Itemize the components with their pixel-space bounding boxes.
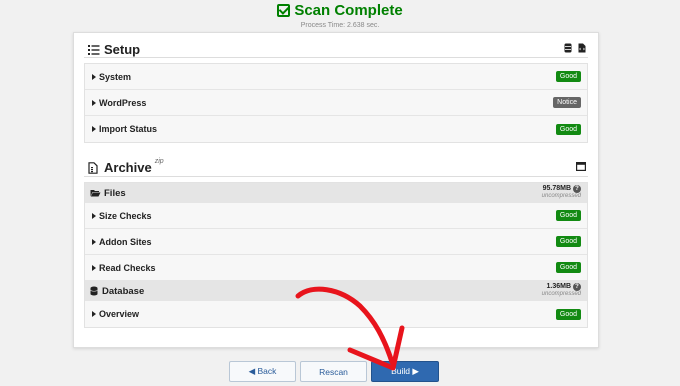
scan-header: Scan Complete Process Time: 2.638 sec. [0, 0, 680, 29]
row-label: WordPress [99, 97, 147, 108]
caret-right-icon [92, 311, 96, 317]
page-title: Scan Complete [294, 2, 403, 19]
setup-list: System Good WordPress Notice Import Stat… [84, 63, 588, 143]
archive-heading: Archive zip [88, 158, 587, 176]
row-label: Import Status [99, 124, 158, 134]
file-archive-icon [88, 161, 100, 174]
caret-right-icon [92, 212, 96, 219]
process-time: Process Time: 2.638 sec. [300, 22, 380, 29]
row-label: Read Checks [99, 262, 156, 273]
rescan-button[interactable]: Rescan [300, 361, 367, 382]
files-subheader: Files 95.78MB? uncompressed [85, 183, 587, 203]
database-size-note: uncompressed [541, 291, 581, 297]
files-label: Files [104, 187, 126, 199]
divider [84, 57, 588, 58]
files-row-size-checks[interactable]: Size Checks Good [85, 203, 587, 229]
window-icon[interactable] [576, 158, 587, 176]
divider [84, 176, 588, 177]
archive-list: Files 95.78MB? uncompressed Size Checks … [84, 182, 588, 328]
caret-right-icon [92, 238, 96, 245]
status-badge: Good [555, 262, 581, 273]
help-icon[interactable]: ? [573, 283, 581, 291]
database-icon [90, 286, 98, 296]
action-buttons: ◀ Back Rescan Build ▶ [229, 361, 439, 382]
setup-heading: Setup [88, 40, 586, 58]
caret-right-icon [92, 264, 96, 271]
status-badge: Good [555, 210, 581, 221]
scan-panel: Setup System Good WordPress Notice Impor… [73, 32, 599, 348]
build-button[interactable]: Build ▶ [371, 361, 439, 382]
checkbox-checked-icon [277, 4, 291, 17]
database-size-value: 1.36MB [546, 283, 571, 290]
status-badge: Good [555, 308, 581, 320]
database-size: 1.36MB? uncompressed [542, 283, 581, 297]
row-label: Overview [99, 309, 140, 319]
files-size-note: uncompressed [541, 193, 581, 199]
status-badge: Good [555, 236, 581, 247]
caret-right-icon [92, 73, 96, 80]
files-row-addon-sites[interactable]: Addon Sites Good [85, 229, 587, 255]
status-badge: Notice [553, 97, 581, 108]
archive-title: Archive [104, 159, 152, 175]
row-label: Size Checks [99, 210, 152, 221]
status-badge: Good [555, 123, 581, 135]
setup-row-system[interactable]: System Good [85, 64, 587, 90]
help-icon[interactable]: ? [573, 185, 581, 193]
files-row-read-checks[interactable]: Read Checks Good [85, 255, 587, 281]
database-label: Database [102, 285, 145, 297]
files-size: 95.78MB? uncompressed [542, 185, 581, 199]
archive-format: zip [154, 158, 164, 165]
setup-row-import-status[interactable]: Import Status Good [85, 116, 587, 142]
files-size-value: 95.78MB [542, 185, 571, 192]
setup-row-wordpress[interactable]: WordPress Notice [85, 90, 587, 116]
row-label: Addon Sites [99, 236, 152, 247]
database-icon[interactable] [564, 40, 572, 58]
file-code-icon[interactable] [578, 40, 586, 58]
caret-right-icon [92, 99, 96, 106]
status-badge: Good [555, 71, 581, 82]
back-button[interactable]: ◀ Back [229, 361, 296, 382]
database-row-overview[interactable]: Overview Good [85, 301, 587, 327]
row-label: System [99, 71, 132, 82]
setup-title: Setup [104, 41, 141, 57]
caret-right-icon [92, 126, 96, 132]
database-subheader: Database 1.36MB? uncompressed [85, 281, 587, 301]
list-icon [88, 43, 100, 55]
folder-open-icon [90, 189, 101, 197]
